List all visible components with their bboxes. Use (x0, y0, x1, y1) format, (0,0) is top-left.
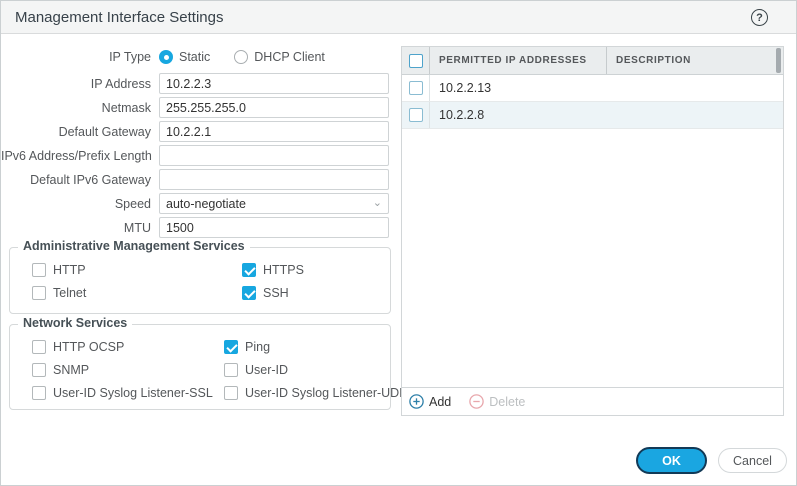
ip-type-label: IP Type (1, 50, 159, 64)
ping-checkbox[interactable] (224, 340, 238, 354)
cancel-button[interactable]: Cancel (718, 448, 787, 473)
service-http[interactable]: HTTP (32, 263, 242, 277)
http-checkbox[interactable] (32, 263, 46, 277)
telnet-checkbox-label: Telnet (53, 286, 86, 300)
speed-select[interactable]: auto-negotiate ⌄ (159, 193, 389, 214)
speed-label: Speed (1, 197, 159, 211)
row-checkbox[interactable] (409, 108, 423, 122)
service-user-id[interactable]: User-ID (224, 363, 408, 377)
select-all-cell (402, 47, 430, 74)
add-button-label: Add (429, 395, 451, 409)
speed-selected-value: auto-negotiate (166, 197, 246, 211)
radio-option-label: DHCP Client (254, 50, 325, 64)
table-row-10-2-2-13[interactable]: 10.2.2.13 (402, 75, 783, 102)
dialog-title: Management Interface Settings (15, 9, 223, 26)
netmask-field[interactable] (159, 97, 389, 118)
row-checkbox[interactable] (409, 81, 423, 95)
form-row-netmask: Netmask (1, 97, 389, 118)
radio-option-label: Static (179, 50, 210, 64)
admin-services-legend: Administrative Management Services (18, 239, 250, 253)
column-header-description: DESCRIPTION (607, 47, 783, 74)
snmp-checkbox-label: SNMP (53, 363, 89, 377)
delete-button-label: Delete (489, 395, 525, 409)
ssh-checkbox[interactable] (242, 286, 256, 300)
default-ipv6-gateway-label: Default IPv6 Gateway (1, 173, 159, 187)
help-icon[interactable]: ? (751, 9, 768, 26)
table-scrollbar-thumb[interactable] (776, 48, 781, 73)
user-id-syslog-listener-ssl-checkbox[interactable] (32, 386, 46, 400)
form-row-default-gateway: Default Gateway (1, 121, 389, 142)
ipv6-address-prefix-length-field[interactable] (159, 145, 389, 166)
mtu-label: MTU (1, 221, 159, 235)
table-header-row: PERMITTED IP ADDRESSES DESCRIPTION (402, 47, 783, 75)
service-user-id-syslog-listener-udp[interactable]: User-ID Syslog Listener-UDP (224, 386, 408, 400)
service-telnet[interactable]: Telnet (32, 286, 242, 300)
form-row-ip-address: IP Address (1, 73, 389, 94)
service-ssh[interactable]: SSH (242, 286, 390, 300)
management-interface-settings-dialog: Management Interface Settings ? IP Type … (0, 0, 797, 486)
ip-address-field[interactable] (159, 73, 389, 94)
form-row-speed: Speed auto-negotiate ⌄ (1, 193, 389, 214)
snmp-checkbox[interactable] (32, 363, 46, 377)
https-checkbox-label: HTTPS (263, 263, 304, 277)
user-id-syslog-listener-ssl-checkbox-label: User-ID Syslog Listener-SSL (53, 386, 213, 400)
chevron-down-icon: ⌄ (373, 198, 382, 209)
network-services-fieldset: Network Services HTTP OCSPPingSNMPUser-I… (9, 324, 391, 410)
permitted-ip-cell: 10.2.2.13 (430, 81, 607, 95)
default-gateway-field[interactable] (159, 121, 389, 142)
user-id-checkbox[interactable] (224, 363, 238, 377)
radio-option-dhcp-client[interactable]: DHCP Client (234, 50, 325, 64)
network-services-grid: HTTP OCSP Ping SNMP User-ID User-ID Syslog L… (10, 325, 390, 400)
service-snmp[interactable]: SNMP (32, 363, 224, 377)
table-row-10-2-2-8[interactable]: 10.2.2.8 (402, 102, 783, 129)
ssh-checkbox-label: SSH (263, 286, 289, 300)
permitted-ip-table: PERMITTED IP ADDRESSES DESCRIPTION 10.2.… (401, 46, 784, 416)
service-https[interactable]: HTTPS (242, 263, 390, 277)
form-row-ipv6-address-prefix-length: IPv6 Address/Prefix Length (1, 145, 389, 166)
table-actions-bar: Add Delete (402, 387, 783, 415)
https-checkbox[interactable] (242, 263, 256, 277)
radio-unselected-icon[interactable] (234, 50, 248, 64)
user-id-syslog-listener-udp-checkbox-label: User-ID Syslog Listener-UDP (245, 386, 408, 400)
admin-services-fieldset: Administrative Management Services HTTPH… (9, 247, 391, 314)
ip-address-label: IP Address (1, 77, 159, 91)
table-body: 10.2.2.13 10.2.2.8 (402, 75, 783, 129)
radio-option-static[interactable]: Static (159, 50, 210, 64)
dialog-titlebar: Management Interface Settings (1, 1, 796, 34)
select-all-checkbox[interactable] (409, 54, 423, 68)
add-circle-plus-icon (409, 394, 424, 409)
permitted-ip-cell: 10.2.2.8 (430, 108, 607, 122)
default-gateway-label: Default Gateway (1, 125, 159, 139)
form-row-default-ipv6-gateway: Default IPv6 Gateway (1, 169, 389, 190)
service-http-ocsp[interactable]: HTTP OCSP (32, 340, 224, 354)
user-id-syslog-listener-udp-checkbox[interactable] (224, 386, 238, 400)
add-button[interactable]: Add (409, 394, 451, 409)
http-ocsp-checkbox-label: HTTP OCSP (53, 340, 124, 354)
network-services-legend: Network Services (18, 316, 132, 330)
service-ping[interactable]: Ping (224, 340, 408, 354)
row-checkbox-cell (402, 75, 430, 101)
netmask-label: Netmask (1, 101, 159, 115)
ok-button[interactable]: OK (636, 447, 707, 474)
http-checkbox-label: HTTP (53, 263, 86, 277)
row-checkbox-cell (402, 102, 430, 128)
delete-circle-minus-icon (469, 394, 484, 409)
delete-button[interactable]: Delete (469, 394, 525, 409)
ip-type-radio-group: Static DHCP Client (159, 50, 325, 64)
ping-checkbox-label: Ping (245, 340, 270, 354)
mtu-field[interactable] (159, 217, 389, 238)
radio-selected-icon[interactable] (159, 50, 173, 64)
http-ocsp-checkbox[interactable] (32, 340, 46, 354)
ipv6-address-prefix-length-label: IPv6 Address/Prefix Length (1, 149, 159, 163)
ip-type-row: IP Type Static DHCP Client (1, 50, 325, 64)
form-row-mtu: MTU (1, 217, 389, 238)
column-header-permitted-ip: PERMITTED IP ADDRESSES (430, 47, 607, 74)
telnet-checkbox[interactable] (32, 286, 46, 300)
default-ipv6-gateway-field[interactable] (159, 169, 389, 190)
user-id-checkbox-label: User-ID (245, 363, 288, 377)
admin-services-grid: HTTP HTTPS Telnet SSH (10, 248, 390, 300)
service-user-id-syslog-listener-ssl[interactable]: User-ID Syslog Listener-SSL (32, 386, 224, 400)
